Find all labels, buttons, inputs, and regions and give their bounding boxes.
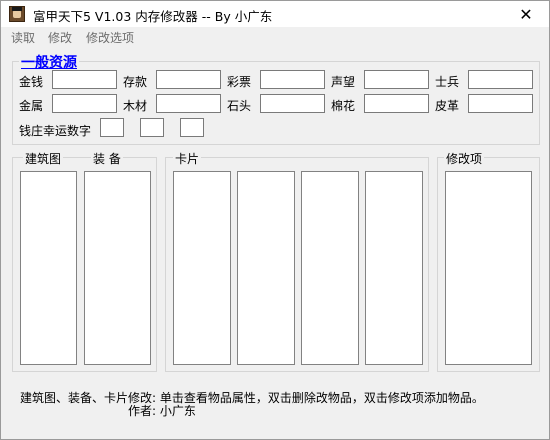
menu-bar: 读取 修改 修改选项 (1, 27, 549, 47)
modify-items-group: 修改项 (437, 150, 540, 372)
cotton-input[interactable] (364, 94, 429, 113)
label-reputation: 声望 (331, 75, 356, 89)
window-title: 富甲天下5 V1.03 内存修改器 -- By 小广东 (33, 9, 273, 24)
menu-modify[interactable]: 修改 (48, 29, 72, 46)
label-deposit: 存款 (123, 75, 148, 89)
leather-input[interactable] (468, 94, 533, 113)
label-soldiers: 士兵 (435, 75, 460, 89)
cards-list-1[interactable] (173, 171, 231, 365)
reputation-input[interactable] (364, 70, 429, 89)
wood-input[interactable] (156, 94, 221, 113)
building-equipment-group: 建筑图 装 备 (12, 150, 157, 372)
cards-group: 卡片 (165, 150, 429, 372)
label-lottery: 彩票 (227, 75, 252, 89)
resources-group-title: 一般资源 (19, 52, 79, 72)
title-bar[interactable]: 富甲天下5 V1.03 内存修改器 -- By 小广东 ✕ (1, 1, 549, 27)
help-text: 建筑图、装备、卡片修改: 单击查看物品属性，双击删除改物品，双击修改项添加物品。 (20, 391, 484, 405)
cards-list-2[interactable] (237, 171, 295, 365)
menu-read[interactable]: 读取 (11, 29, 35, 46)
soldiers-input[interactable] (468, 70, 533, 89)
app-icon (9, 6, 25, 22)
cards-list-4[interactable] (365, 171, 423, 365)
money-input[interactable] (52, 70, 117, 89)
building-group-title: 建筑图 (23, 150, 64, 167)
close-button[interactable]: ✕ (503, 1, 549, 27)
building-list[interactable] (20, 171, 77, 365)
label-wood: 木材 (123, 99, 148, 113)
stone-input[interactable] (260, 94, 325, 113)
lucky-number-2-input[interactable] (140, 118, 164, 137)
resources-group: 一般资源 金钱 存款 彩票 声望 士兵 金属 木材 石头 棉花 皮革 钱庄幸运数… (12, 52, 540, 145)
cards-list-3[interactable] (301, 171, 359, 365)
label-lucky-numbers: 钱庄幸运数字 (19, 124, 92, 138)
cards-group-title: 卡片 (173, 150, 202, 167)
label-leather: 皮革 (435, 99, 460, 113)
author-text: 作者: 小广东 (128, 404, 196, 418)
label-cotton: 棉花 (331, 99, 356, 113)
modify-items-group-title: 修改项 (444, 150, 485, 167)
label-metal: 金属 (19, 99, 44, 113)
lottery-input[interactable] (260, 70, 325, 89)
deposit-input[interactable] (156, 70, 221, 89)
label-money: 金钱 (19, 75, 44, 89)
app-window: 富甲天下5 V1.03 内存修改器 -- By 小广东 ✕ 读取 修改 修改选项… (0, 0, 550, 440)
equipment-group-title: 装 备 (91, 150, 123, 167)
label-stone: 石头 (227, 99, 252, 113)
menu-modify-options[interactable]: 修改选项 (86, 29, 134, 46)
metal-input[interactable] (52, 94, 117, 113)
lucky-number-3-input[interactable] (180, 118, 204, 137)
lucky-number-1-input[interactable] (100, 118, 124, 137)
equipment-list[interactable] (84, 171, 151, 365)
modify-items-list[interactable] (445, 171, 532, 365)
